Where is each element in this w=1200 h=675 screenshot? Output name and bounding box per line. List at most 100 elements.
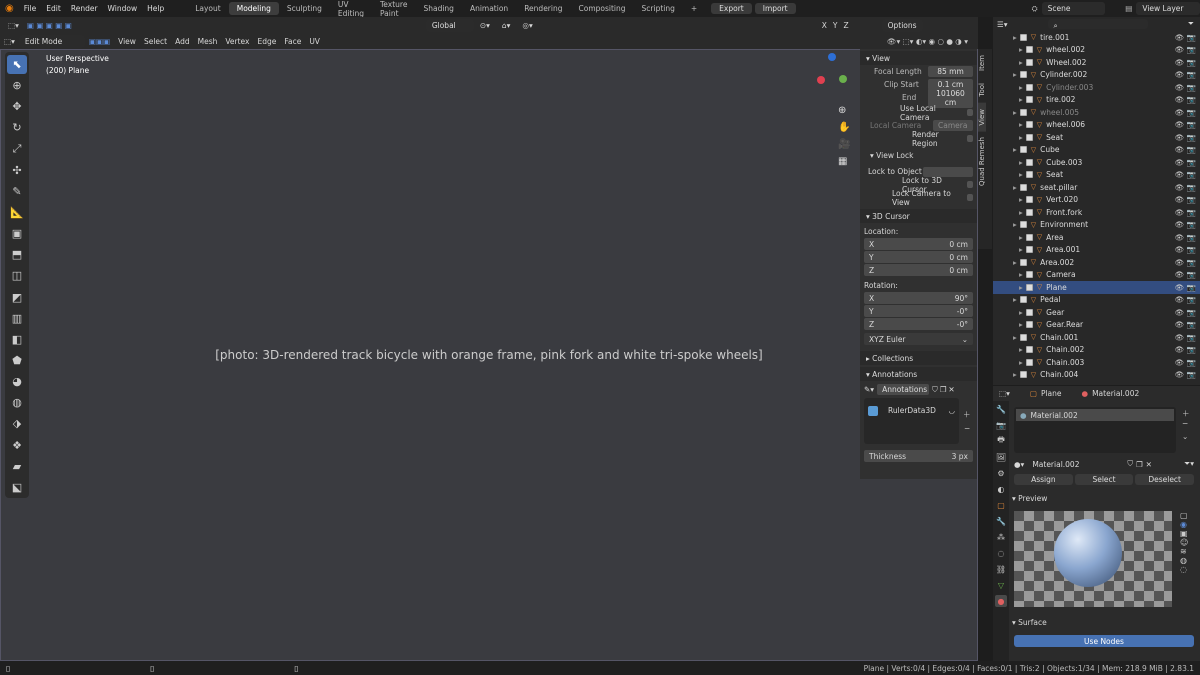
visibility-eye-icon[interactable]: 👁 📷 [1175,308,1196,317]
visibility-eye-icon[interactable]: 👁 📷 [1175,58,1196,67]
spin-tool-icon[interactable]: ◕ [7,372,27,391]
physics-props-icon[interactable]: ◌ [995,547,1007,559]
edge-slide-tool-icon[interactable]: ⬗ [7,414,27,433]
annotations-panel-title[interactable]: ▾ Annotations [860,367,977,381]
outliner-search[interactable]: ⌕ [1047,19,1148,30]
outliner-row[interactable]: ▸ ▽ Cylinder.003 👁 📷 [993,81,1200,94]
menu-select[interactable]: Select [140,37,171,46]
visibility-eye-icon[interactable]: 👁 📷 [1175,220,1196,229]
outliner-row[interactable]: ▸ ▽ Vert.020 👁 📷 [993,194,1200,207]
exclude-checkbox[interactable] [1019,296,1027,304]
outliner-row[interactable]: ▸ ▽ Seat 👁 📷 [993,169,1200,182]
select-modes[interactable]: ▣▣▣ [85,37,114,46]
exclude-checkbox[interactable] [1025,196,1033,204]
outliner-row[interactable]: ▸ ▽ Chain.002 👁 📷 [993,344,1200,357]
outliner-row[interactable]: ▸ ▽ Area.002 👁 📷 [993,256,1200,269]
expand-arrow-icon[interactable]: ▸ [1013,258,1017,267]
exclude-checkbox[interactable] [1025,321,1033,329]
output-props-icon[interactable]: 🖶 [995,435,1007,447]
particles-props-icon[interactable]: ⁂ [995,531,1007,543]
exclude-checkbox[interactable] [1025,283,1033,291]
material-props-icon[interactable]: ● [995,595,1007,607]
tab-rendering[interactable]: Rendering [516,2,570,15]
preview-sphere-icon[interactable]: ◉ [1180,520,1188,529]
ortho-grid-icon[interactable]: ▦ [838,156,850,167]
visibility-eye-icon[interactable]: 👁 📷 [1175,320,1196,329]
cursor-loc-z[interactable]: Z0 cm [864,264,973,276]
pan-hand-icon[interactable]: ✋ [838,122,850,133]
preview-flat-icon[interactable]: ▢ [1180,511,1188,520]
lock-camera-checkbox[interactable] [966,194,973,201]
outliner-row[interactable]: ▸ ▽ wheel.006 👁 📷 [993,119,1200,132]
visibility-eye-icon[interactable]: 👁 📷 [1175,270,1196,279]
visibility-eye-icon[interactable]: 👁 📷 [1175,370,1196,379]
import-button[interactable]: Import [754,3,796,14]
assign-button[interactable]: Assign [1014,474,1073,485]
preview-cloth-icon[interactable]: ◌ [1180,565,1188,574]
exclude-checkbox[interactable] [1019,183,1027,191]
axis-y-toggle[interactable]: Y [830,21,841,30]
outliner-row[interactable]: ▸ ▽ Cube 👁 📷 [993,144,1200,157]
3d-viewport[interactable]: [photo: 3D-rendered track bicycle with o… [0,49,978,661]
rotation-mode-select[interactable]: XYZ Euler ⌄ [864,333,973,345]
preview-monkey-icon[interactable]: ☺ [1180,538,1188,547]
expand-arrow-icon[interactable]: ▸ [1013,33,1017,42]
annotation-layer-item[interactable]: RulerData3D ◡ [864,398,959,416]
fake-user-icon[interactable]: ⛉ [932,385,938,395]
expand-arrow-icon[interactable]: ▸ [1013,333,1017,342]
material-fake-user-icon[interactable]: ⛉ [1127,459,1133,469]
annotations-field[interactable]: Annotations [877,384,930,395]
slot-add-button[interactable]: ＋ [1182,408,1190,419]
tab-tool[interactable]: Tool [978,77,986,103]
outliner-row[interactable]: ▸ ▽ Pedal 👁 📷 [993,294,1200,307]
preview-world-icon[interactable]: ◍ [1180,556,1188,565]
menu-mesh[interactable]: Mesh [194,37,222,46]
visibility-eye-icon[interactable]: 👁 📷 [1175,258,1196,267]
material-duplicate-icon[interactable]: ❐ [1136,460,1143,469]
view-layer-props-icon[interactable]: 🖼 [995,451,1007,463]
expand-arrow-icon[interactable]: ▸ [1019,120,1023,129]
outliner-editor-icon[interactable]: ☰▾ [997,20,1008,29]
expand-arrow-icon[interactable]: ▸ [1019,358,1023,367]
cursor-tool-icon[interactable]: ⊕ [7,76,27,95]
exclude-checkbox[interactable] [1019,371,1027,379]
cursor-loc-x[interactable]: X0 cm [864,238,973,250]
inset-tool-icon[interactable]: ◫ [7,266,27,285]
view-lock-title[interactable]: ▾ View Lock [860,149,977,162]
outliner-row[interactable]: ▸ ▽ Camera 👁 📷 [993,269,1200,282]
editor-type-button[interactable]: ⬚▾ [0,37,19,46]
visibility-eye-icon[interactable]: 👁 📷 [1175,108,1196,117]
menu-face[interactable]: Face [280,37,305,46]
preview-hair-icon[interactable]: ≋ [1180,547,1188,556]
preview-cube-icon[interactable]: ▣ [1180,529,1188,538]
outliner-row[interactable]: ▸ ▽ wheel.005 👁 📷 [993,106,1200,119]
menu-help[interactable]: Help [142,4,169,13]
menu-file[interactable]: File [19,4,42,13]
menu-window[interactable]: Window [103,4,143,13]
visibility-eye-icon[interactable]: 👁 📷 [1175,245,1196,254]
render-props-icon[interactable]: 📷 [995,419,1007,431]
cursor-loc-y[interactable]: Y0 cm [864,251,973,263]
outliner-row[interactable]: ▸ ▽ Chain.001 👁 📷 [993,331,1200,344]
exclude-checkbox[interactable] [1019,258,1027,266]
outliner-row[interactable]: ▸ ▽ Chain.004 👁 📷 [993,369,1200,382]
add-cube-tool-icon[interactable]: ▣ [7,224,27,243]
exclude-checkbox[interactable] [1025,271,1033,279]
smooth-tool-icon[interactable]: ◍ [7,393,27,412]
outliner-row[interactable]: ▸ ▽ Wheel.002 👁 📷 [993,56,1200,69]
exclude-checkbox[interactable] [1025,308,1033,316]
expand-arrow-icon[interactable]: ▸ [1013,108,1017,117]
visibility-eye-icon[interactable]: 👁 📷 [1175,145,1196,154]
visibility-eye-icon[interactable]: 👁 📷 [1175,208,1196,217]
expand-arrow-icon[interactable]: ▸ [1019,233,1023,242]
visibility-eye-icon[interactable]: 👁 📷 [1175,45,1196,54]
filter-icon[interactable]: ⏷ [1188,19,1194,29]
measure-tool-icon[interactable]: 📐 [7,203,27,222]
menu-edit[interactable]: Edit [41,4,66,13]
outliner-row[interactable]: ▸ ▽ Environment 👁 📷 [993,219,1200,232]
expand-arrow-icon[interactable]: ▸ [1019,45,1023,54]
editor-type-icon[interactable]: ⬚▾ [0,21,27,30]
expand-arrow-icon[interactable]: ▸ [1019,320,1023,329]
expand-arrow-icon[interactable]: ▸ [1019,270,1023,279]
gizmo-y-dot[interactable] [839,75,847,83]
